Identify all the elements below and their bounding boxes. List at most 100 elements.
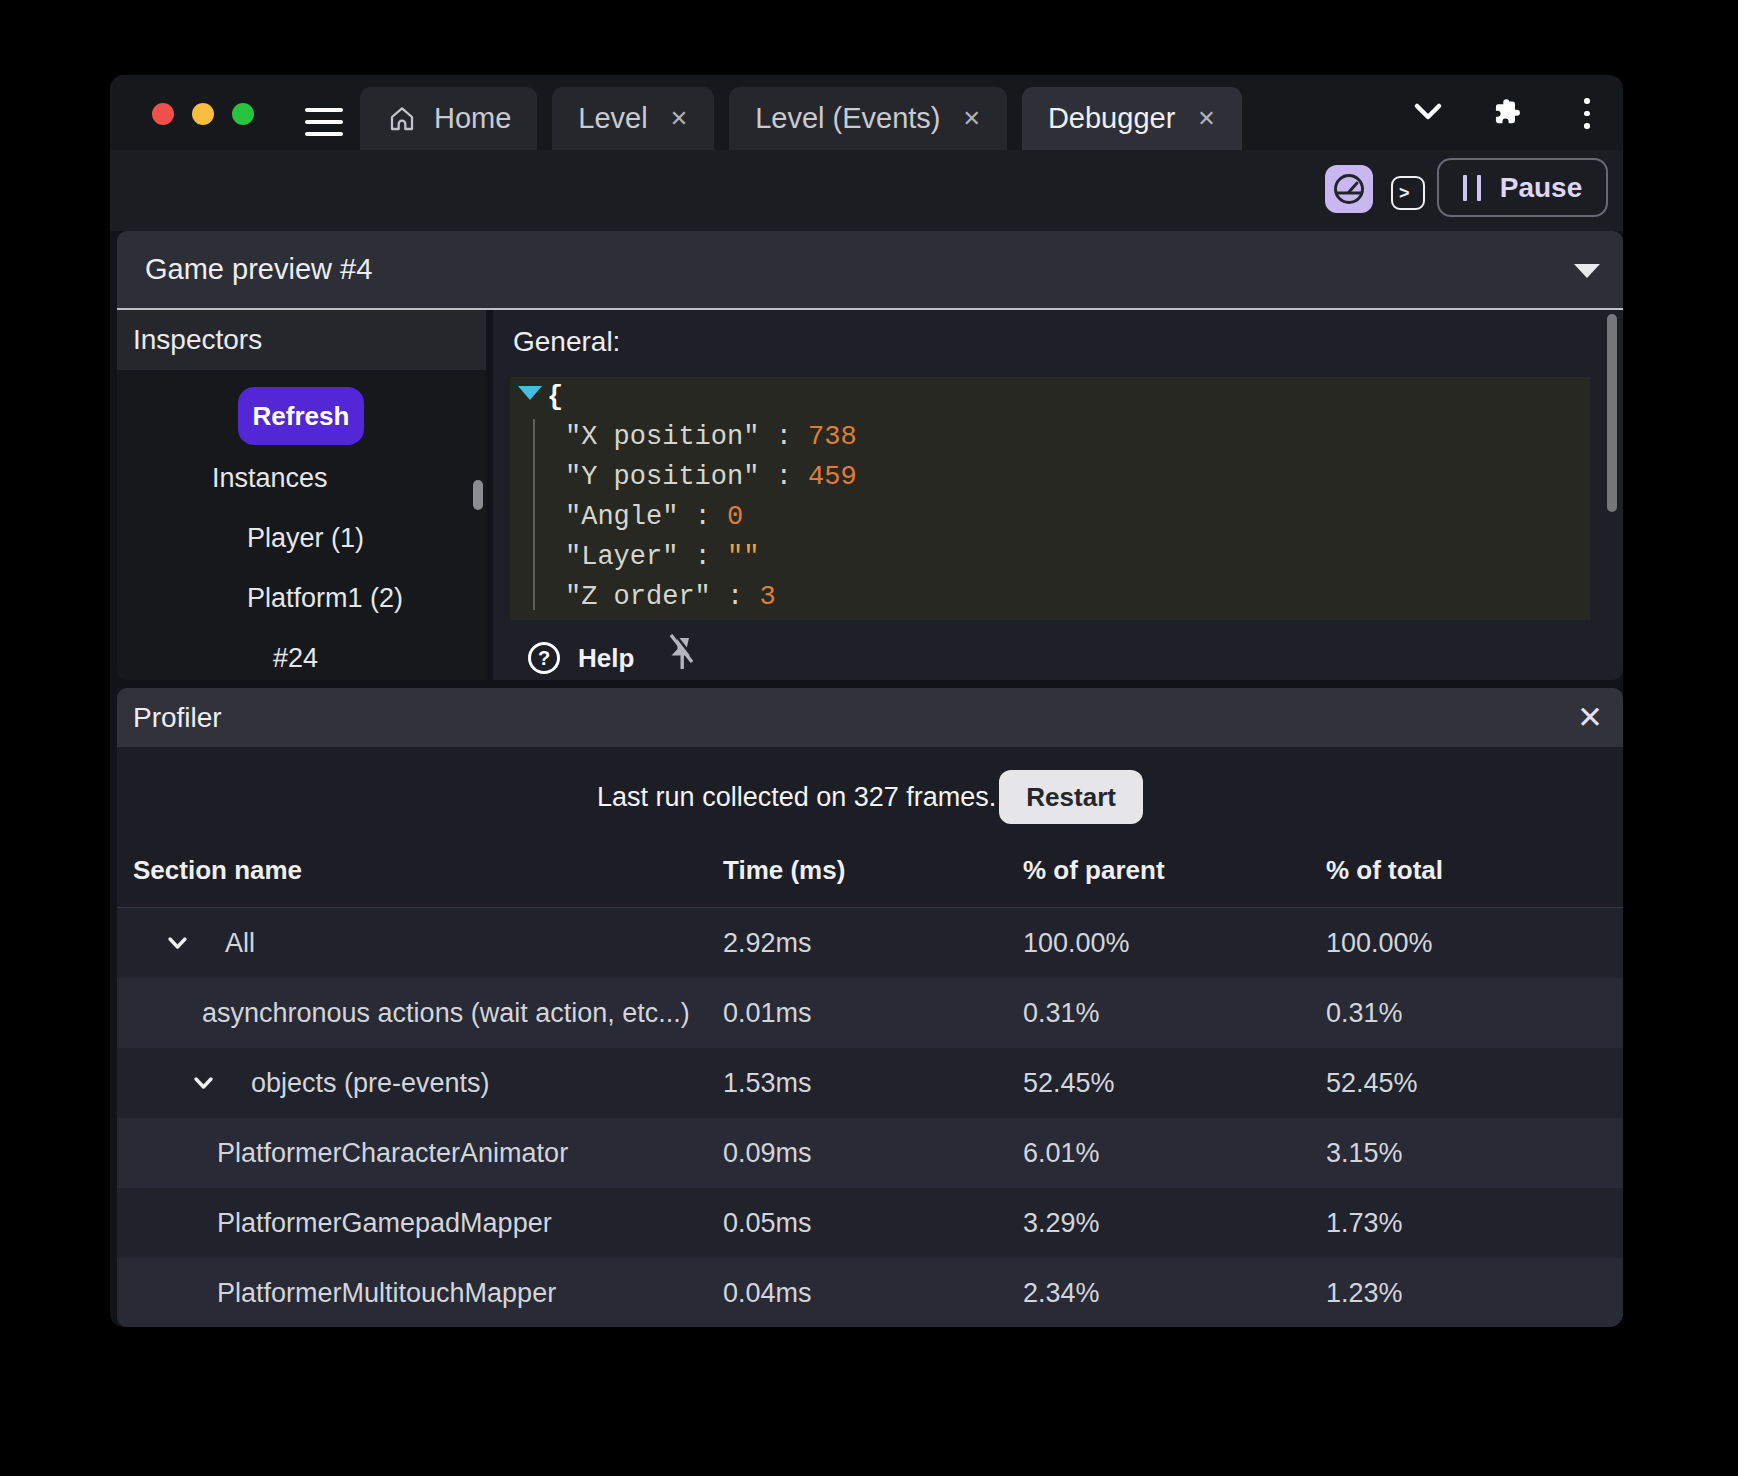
inspector-item[interactable]: Instances [212,458,328,498]
profiler-row[interactable]: All 2.92ms 100.00% 100.00% [117,908,1623,978]
percent-total-cell: 100.00% [1326,928,1433,959]
section-name: All [117,928,255,959]
inspector-item[interactable]: Player (1) [247,518,364,558]
tab-level-events-[interactable]: Level (Events) ✕ [729,87,1007,150]
game-preview-header[interactable]: Game preview #4 [117,231,1623,308]
close-window-button[interactable] [152,103,174,125]
pause-icon [1463,175,1481,201]
help-icon[interactable]: ? [528,642,560,674]
collapse-caret-icon[interactable] [1574,264,1600,278]
profiler-status-text: Last run collected on 327 frames. [597,782,996,813]
debugger-content: Inspectors Refresh Instances Player (1) Pl… [117,310,1623,680]
tab-label: Home [434,102,511,135]
json-open-brace: { [510,377,857,417]
percent-parent-cell: 6.01% [1023,1138,1100,1169]
profiler-panel: Profiler ✕ Last run collected on 327 fra… [117,688,1623,1327]
chevron-down-icon[interactable] [1413,102,1443,122]
percent-parent-cell: 100.00% [1023,928,1130,959]
json-property[interactable]: "Y position" : 459 [510,457,857,497]
chevron-down-icon[interactable] [166,932,189,955]
percent-parent-cell: 52.45% [1023,1068,1115,1099]
pause-button[interactable]: Pause [1437,158,1608,217]
json-property[interactable]: "Angle" : 0 [510,497,857,537]
percent-parent-cell: 3.29% [1023,1208,1100,1239]
time-cell: 1.53ms [723,1068,812,1099]
profiler-row[interactable]: asynchronous actions (wait action, etc..… [117,978,1623,1048]
general-scrollbar[interactable] [1607,314,1617,512]
percent-parent-cell: 0.31% [1023,998,1100,1029]
app-window: HomeLevel✕Level (Events)✕Debugger✕ > Pa [110,75,1623,1327]
tab-bar: Home Level ✕ Level (Events) ✕ Debugger ✕ [360,87,1242,150]
tab-home[interactable]: Home [360,87,537,150]
game-preview-title: Game preview #4 [145,231,372,308]
section-name: PlatformerMultitouchMapper [117,1278,556,1309]
json-property[interactable]: "Z order" : 3 [510,577,857,617]
restart-button[interactable]: Restart [999,770,1143,824]
extensions-puzzle-icon[interactable] [1489,96,1521,128]
menu-icon[interactable] [305,108,343,136]
inspectors-title: Inspectors [133,310,262,370]
section-name: PlatformerGamepadMapper [117,1208,552,1239]
console-icon: > [1399,183,1410,204]
profiler-table-header: Section name Time (ms) % of parent % of tot… [117,845,1623,895]
game-preview-panel: Game preview #4 Inspectors Refresh Insta… [117,231,1623,680]
profiler-toggle-button[interactable] [1325,165,1373,213]
tab-close-icon[interactable]: ✕ [962,106,980,132]
json-property[interactable]: "X position" : 738 [510,417,857,457]
column-header: Section name [133,845,302,895]
kebab-menu-icon[interactable] [1584,98,1590,129]
percent-total-cell: 1.73% [1326,1208,1403,1239]
section-name: PlatformerCharacterAnimator [117,1138,568,1169]
section-name: objects (pre-events) [117,1068,490,1099]
inspectors-scrollbar[interactable] [473,480,483,510]
inspectors-header: Inspectors [117,310,486,370]
percent-parent-cell: 2.34% [1023,1278,1100,1309]
tab-close-icon[interactable]: ✕ [670,106,688,132]
general-title: General: [513,318,620,366]
profiler-close-icon[interactable]: ✕ [1577,688,1603,747]
inspectors-panel: Inspectors Refresh Instances Player (1) Pl… [117,310,486,680]
tab-level[interactable]: Level ✕ [552,87,714,150]
debugger-toolbar: > Pause [110,150,1623,231]
profiler-row[interactable]: PlatformerMultitouchMapper0.04ms2.34%1.2… [117,1258,1623,1327]
console-button[interactable]: > [1391,176,1425,210]
tab-label: Debugger [1048,102,1175,135]
titlebar: Home Level ✕ Level (Events) ✕ Debugger ✕ [110,75,1623,150]
time-cell: 0.09ms [723,1138,812,1169]
profiler-status-row: Last run collected on 327 frames. Restar… [117,770,1623,824]
column-header: Time (ms) [723,845,845,895]
tab-label: Level [578,102,647,135]
column-header: % of total [1326,845,1443,895]
refresh-button[interactable]: Refresh [238,387,364,445]
tab-label: Level (Events) [755,102,940,135]
profiler-header: Profiler ✕ [117,688,1623,747]
time-cell: 2.92ms [723,928,812,959]
profiler-row[interactable]: objects (pre-events)1.53ms52.45%52.45% [117,1048,1623,1118]
json-property[interactable]: "Layer" : "" [510,537,857,577]
profiler-row[interactable]: PlatformerGamepadMapper0.05ms3.29%1.73% [117,1188,1623,1258]
inspector-item[interactable]: Platform1 (2) [247,578,403,618]
minimize-window-button[interactable] [192,103,214,125]
profiler-row[interactable]: PlatformerCharacterAnimator 0.09ms 6.01% 3.… [117,1118,1623,1188]
percent-total-cell: 3.15% [1326,1138,1403,1169]
tab-close-icon[interactable]: ✕ [1197,106,1215,132]
tab-debugger[interactable]: Debugger ✕ [1022,87,1242,150]
inspectors-list: Refresh Instances Player (1) Platform1 (2)… [117,370,486,680]
gauge-icon [1331,171,1367,207]
chevron-down-icon[interactable] [192,1072,215,1095]
time-cell: 0.01ms [723,998,812,1029]
section-name: asynchronous actions (wait action, etc..… [117,998,690,1029]
pause-label: Pause [1500,172,1583,204]
help-label[interactable]: Help [578,640,634,676]
profiler-title: Profiler [133,688,222,747]
home-icon [386,103,418,135]
general-panel: General: {"X position" : 738"Y position"… [493,310,1623,680]
percent-total-cell: 0.31% [1326,998,1403,1029]
column-header: % of parent [1023,845,1165,895]
json-tree-view: {"X position" : 738"Y position" : 459"An… [510,377,1590,620]
inspector-item[interactable]: #24 [273,638,318,678]
pin-off-icon[interactable] [663,632,701,678]
time-cell: 0.04ms [723,1278,812,1309]
zoom-window-button[interactable] [232,103,254,125]
desktop-background: HomeLevel✕Level (Events)✕Debugger✕ > Pa [0,0,1738,1476]
